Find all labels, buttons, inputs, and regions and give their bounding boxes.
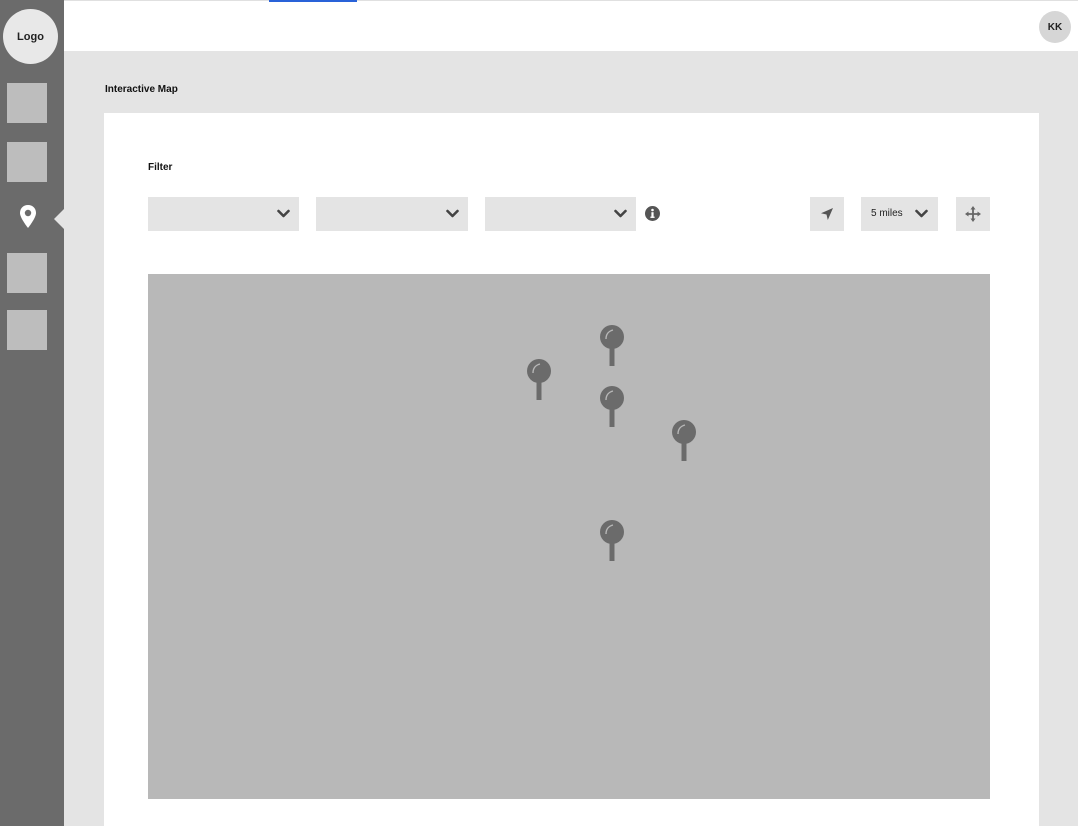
header-link-underline[interactable] xyxy=(269,0,357,2)
radius-dropdown[interactable]: 5 miles xyxy=(861,197,938,231)
chevron-down-icon xyxy=(446,209,459,218)
sidebar: Logo xyxy=(0,0,64,826)
sidebar-nav-item-1[interactable] xyxy=(7,83,47,123)
logo[interactable]: Logo xyxy=(3,9,58,64)
avatar-initials: KK xyxy=(1047,21,1063,33)
sidebar-nav-item-5[interactable] xyxy=(7,310,47,350)
chevron-down-icon xyxy=(277,209,290,218)
filter-dropdown-2[interactable] xyxy=(316,197,468,231)
top-header: KK xyxy=(64,0,1078,51)
map-marker-icon[interactable] xyxy=(599,385,625,429)
map-area[interactable] xyxy=(148,274,990,799)
location-arrow-icon xyxy=(821,208,833,220)
sidebar-nav-item-4[interactable] xyxy=(7,253,47,293)
map-marker-icon[interactable] xyxy=(599,324,625,368)
map-marker-icon[interactable] xyxy=(526,358,552,402)
info-icon[interactable] xyxy=(645,206,660,221)
logo-label: Logo xyxy=(17,30,44,43)
locate-me-button[interactable] xyxy=(810,197,844,231)
chevron-down-icon xyxy=(915,209,928,218)
move-map-button[interactable] xyxy=(956,197,990,231)
map-card: Filter 5 miles xyxy=(104,113,1039,826)
map-marker-icon[interactable] xyxy=(599,519,625,563)
filter-label: Filter xyxy=(148,162,173,173)
sidebar-nav-item-2[interactable] xyxy=(7,142,47,182)
avatar[interactable]: KK xyxy=(1039,11,1071,43)
filter-dropdown-1[interactable] xyxy=(148,197,299,231)
move-icon xyxy=(965,206,981,222)
map-marker-icon[interactable] xyxy=(671,419,697,463)
page-title: Interactive Map xyxy=(105,84,178,95)
map-pin-icon[interactable] xyxy=(18,204,38,230)
active-nav-indicator xyxy=(54,209,64,229)
filter-dropdown-3[interactable] xyxy=(485,197,636,231)
radius-value: 5 miles xyxy=(871,208,903,219)
chevron-down-icon xyxy=(614,209,627,218)
